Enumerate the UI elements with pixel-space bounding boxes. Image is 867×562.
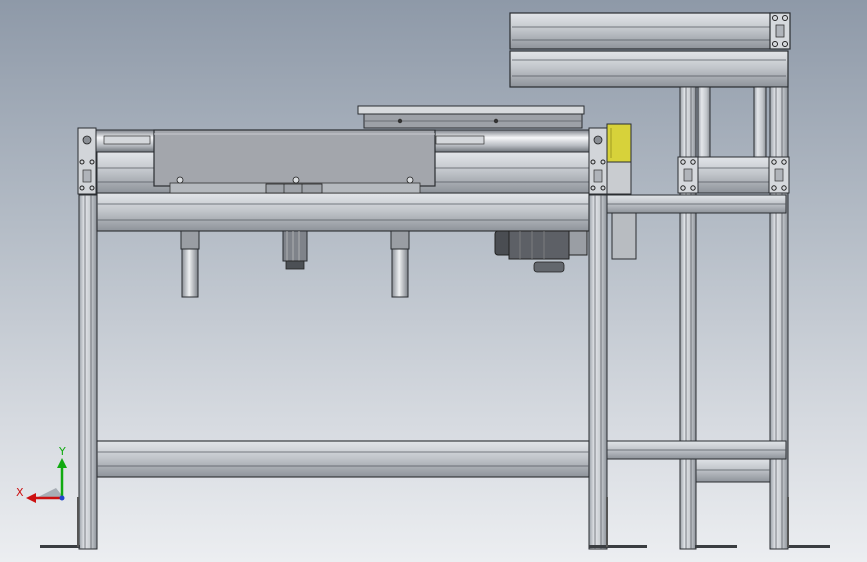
drive-motor xyxy=(494,230,588,273)
z-axis-dot xyxy=(59,495,65,501)
upper-rail xyxy=(357,105,585,129)
floor-feet xyxy=(40,497,830,548)
top-frame-box xyxy=(509,12,791,88)
cad-viewport[interactable]: Y X xyxy=(0,0,867,562)
triad-x-label: X xyxy=(16,486,24,499)
triad-y-label: Y xyxy=(58,445,66,458)
conveyor-frame-drawing: Y X xyxy=(16,12,830,550)
cover-plate xyxy=(153,129,436,194)
right-posts xyxy=(677,86,790,550)
yellow-sensor xyxy=(606,123,637,260)
axis-triad: Y X xyxy=(16,445,67,503)
guide-cylinders xyxy=(180,230,410,298)
